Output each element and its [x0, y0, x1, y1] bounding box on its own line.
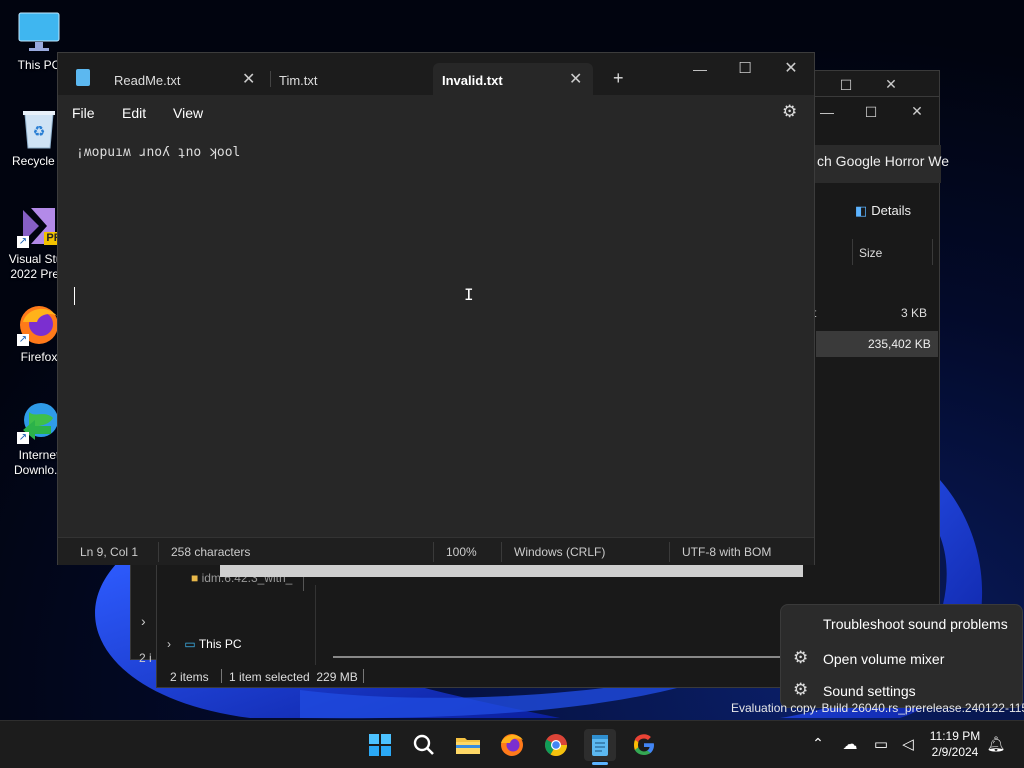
- editor-text-line: ¡ʍopuıʍ ɹnoʎ ʇno ʞool: [76, 145, 241, 160]
- status-bar: Ln 9, Col 1 258 characters 100% Windows …: [58, 537, 814, 565]
- horizontal-scrollbar[interactable]: [333, 656, 781, 658]
- minimize-icon[interactable]: —: [817, 104, 837, 120]
- status-position[interactable]: Ln 9, Col 1: [80, 545, 138, 559]
- menu-view[interactable]: View: [173, 105, 203, 121]
- status-selection: 1 item selected 229 MB: [229, 670, 358, 684]
- status-divider: [158, 542, 159, 562]
- shortcut-arrow-icon: ↗: [17, 334, 29, 346]
- chevron-right-icon[interactable]: ›: [141, 613, 146, 629]
- menu-item-troubleshoot-sound[interactable]: Troubleshoot sound problems: [781, 608, 1022, 638]
- text-cursor: [74, 287, 75, 305]
- globe-download-icon: ↗: [17, 400, 61, 444]
- pane-divider: [315, 585, 316, 665]
- status-line-ending[interactable]: Windows (CRLF): [514, 545, 605, 559]
- details-pane-icon: ◧: [855, 203, 868, 218]
- notepad-icon: [592, 735, 608, 756]
- status-divider: [433, 542, 434, 562]
- settings-gear-icon[interactable]: ⚙: [782, 102, 797, 122]
- evaluation-watermark: Evaluation copy. Build 26040.rs_prerelea…: [731, 701, 1024, 715]
- start-button[interactable]: [364, 729, 396, 761]
- column-divider: [932, 239, 933, 265]
- shortcut-arrow-icon: ↗: [17, 432, 29, 444]
- gear-icon: ⚙: [793, 680, 809, 699]
- chevron-right-icon[interactable]: ›: [167, 637, 171, 651]
- sound-context-menu: Troubleshoot sound problems ⚙ Open volum…: [780, 604, 1023, 708]
- network-icon[interactable]: ▭: [871, 735, 891, 753]
- clock-date: 2/9/2024: [931, 745, 979, 759]
- status-item-count: 2 items: [170, 670, 209, 684]
- volume-muted-icon[interactable]: ◁: [898, 735, 918, 753]
- status-divider: [363, 669, 364, 683]
- new-tab-button[interactable]: +: [613, 68, 624, 89]
- windows-logo-icon: [369, 734, 391, 756]
- close-icon[interactable]: ✕: [781, 58, 801, 78]
- clock-time: 11:19 PM: [929, 729, 981, 743]
- folder-icon: ■: [191, 571, 199, 585]
- details-button[interactable]: ◧ Details: [855, 203, 911, 219]
- window-scrollbar-strip: [220, 565, 803, 577]
- firefox-icon: [501, 734, 523, 756]
- folder-icon: [456, 738, 480, 754]
- menu-item-open-volume-mixer[interactable]: ⚙ Open volume mixer: [781, 643, 1022, 673]
- taskbar-google[interactable]: [628, 729, 660, 761]
- row-size: 3 KB: [901, 306, 928, 320]
- taskbar-chrome[interactable]: [540, 729, 572, 761]
- status-divider: [669, 542, 670, 562]
- tab-separator: [270, 71, 271, 87]
- status-fragment: 2 i: [139, 651, 152, 665]
- column-divider: [852, 239, 853, 265]
- column-header-size[interactable]: Size: [859, 246, 882, 260]
- close-icon[interactable]: ✕: [881, 76, 901, 93]
- status-characters: 258 characters: [171, 545, 251, 559]
- taskbar-file-explorer[interactable]: [452, 729, 484, 761]
- row-size: 235,402 KB: [868, 337, 931, 351]
- recycle-bin-icon: ♻: [17, 106, 61, 150]
- taskbar-firefox[interactable]: [496, 729, 528, 761]
- cloud-offline-icon[interactable]: ☁: [840, 735, 860, 753]
- chevron-up-icon[interactable]: ⌃: [808, 735, 828, 752]
- tab-readme[interactable]: ReadMe.txt ✕: [66, 63, 268, 95]
- shortcut-arrow-icon: ↗: [17, 236, 29, 248]
- taskbar-clock[interactable]: 11:19 PM 2/9/2024: [922, 728, 988, 760]
- i-beam-cursor-icon: I: [464, 285, 474, 304]
- tab-bar: ReadMe.txt ✕ Tim.txt Invalid.txt ✕ + — ☐…: [58, 53, 814, 95]
- menu-edit[interactable]: Edit: [122, 105, 146, 121]
- svg-text:♻: ♻: [33, 124, 46, 140]
- text-editor[interactable]: ¡ʍopuıʍ ɹnoʎ ʇno ʞool I: [58, 133, 814, 537]
- nav-item-this-pc[interactable]: › ▭ This PC: [167, 637, 242, 651]
- menu-file[interactable]: File: [72, 105, 95, 121]
- search-icon: [413, 734, 434, 755]
- active-indicator: [592, 762, 608, 765]
- minimize-icon[interactable]: —: [690, 61, 710, 77]
- maximize-icon[interactable]: ☐: [735, 59, 755, 77]
- close-tab-icon[interactable]: ✕: [242, 69, 255, 89]
- google-icon: [634, 734, 654, 755]
- status-zoom[interactable]: 100%: [446, 545, 477, 559]
- notepad-file-icon: [76, 69, 90, 86]
- tab-tim[interactable]: Tim.txt: [272, 63, 432, 95]
- search-text: ch Google Horror We: [817, 153, 950, 169]
- visual-studio-icon: PRE ↗: [17, 204, 71, 248]
- gear-icon: ⚙: [793, 648, 809, 667]
- status-encoding[interactable]: UTF-8 with BOM: [682, 545, 771, 559]
- taskbar-notepad[interactable]: [584, 729, 616, 765]
- chrome-icon: [545, 734, 567, 756]
- firefox-icon: ↗: [17, 302, 61, 346]
- notepad-window[interactable]: ReadMe.txt ✕ Tim.txt Invalid.txt ✕ + — ☐…: [57, 52, 815, 565]
- notification-bell-icon[interactable]: 🔔︎: [986, 735, 1006, 753]
- status-divider: [221, 669, 222, 683]
- monitor-icon: [17, 10, 61, 54]
- tab-invalid[interactable]: Invalid.txt ✕: [433, 63, 593, 95]
- close-icon[interactable]: ✕: [907, 103, 927, 120]
- menu-bar: File Edit View ⚙: [58, 95, 814, 133]
- taskbar: ⌃ ☁ ▭ ◁ 11:19 PM 2/9/2024 🔔︎: [0, 720, 1024, 768]
- search-button[interactable]: [408, 729, 440, 761]
- selected-row[interactable]: 235,402 KB: [816, 331, 938, 357]
- maximize-icon[interactable]: ☐: [836, 77, 856, 94]
- close-tab-icon[interactable]: ✕: [569, 69, 582, 89]
- maximize-icon[interactable]: ☐: [861, 104, 881, 121]
- status-divider: [501, 542, 502, 562]
- monitor-icon: ▭: [184, 637, 196, 651]
